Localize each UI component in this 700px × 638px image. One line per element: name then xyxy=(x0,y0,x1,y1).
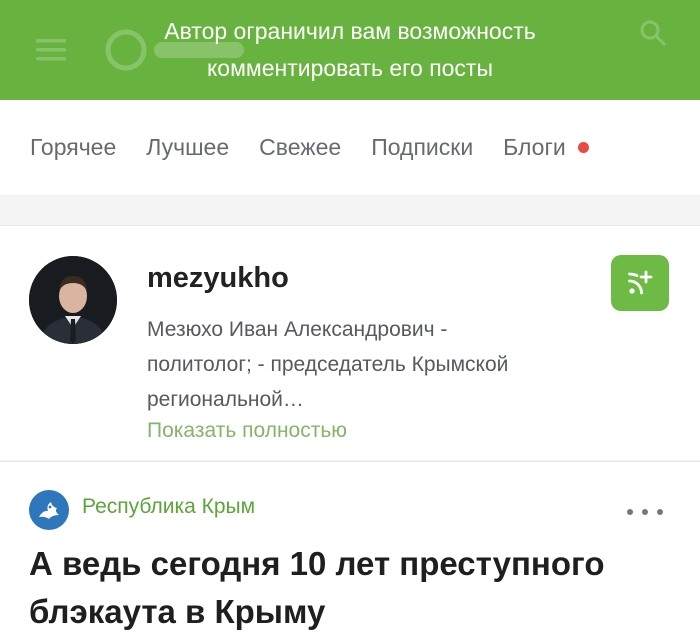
more-dots-icon[interactable] xyxy=(627,502,663,522)
tab-fresh[interactable]: Свежее xyxy=(259,134,341,161)
tab-blogs[interactable]: Блоги xyxy=(503,134,566,161)
show-more-link[interactable]: Показать полностью xyxy=(147,419,347,443)
feed-tabs: Горячее Лучшее Свежее Подписки Блоги xyxy=(0,100,700,195)
tab-hot[interactable]: Горячее xyxy=(30,134,116,161)
subscribe-button[interactable] xyxy=(611,255,669,311)
subscribe-rss-icon xyxy=(628,270,653,295)
author-card: mezyukho Мезюхо Иван Александрович - пол… xyxy=(0,225,700,460)
username[interactable]: mezyukho xyxy=(147,262,289,295)
tab-subscriptions[interactable]: Подписки xyxy=(371,134,473,161)
comment-restriction-toast: Автор ограничил вам возможность комменти… xyxy=(0,0,700,100)
toast-line-2: комментировать его посты xyxy=(206,55,494,81)
avatar[interactable] xyxy=(29,256,117,344)
community-emblem xyxy=(39,502,59,519)
top-bar: Автор ограничил вам возможность комменти… xyxy=(0,0,700,100)
post-title[interactable]: А ведь сегодня 10 лет преступного блэкау… xyxy=(29,540,649,636)
post-card: Республика Крым А ведь сегодня 10 лет пр… xyxy=(0,461,700,638)
author-bio: Мезюхо Иван Александрович - политолог; -… xyxy=(147,318,509,411)
avatar-image xyxy=(29,256,117,344)
community-name[interactable]: Республика Крым xyxy=(82,495,255,519)
notification-dot xyxy=(577,142,589,153)
tab-best[interactable]: Лучшее xyxy=(146,134,229,161)
community-logo-icon[interactable] xyxy=(29,490,69,530)
toast-line-1: Автор ограничил вам возможность xyxy=(164,18,536,44)
